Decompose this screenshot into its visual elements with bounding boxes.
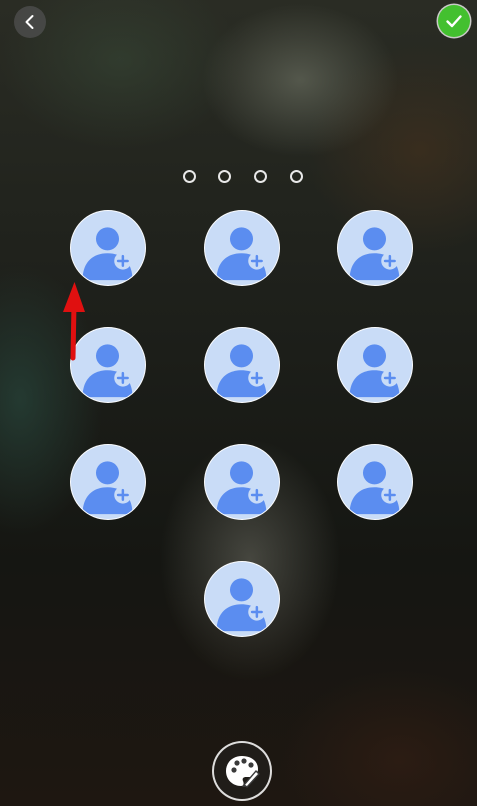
- add-contact-icon: [349, 461, 400, 515]
- back-button[interactable]: [14, 6, 46, 38]
- checkmark-icon: [446, 15, 462, 28]
- add-contact-icon: [216, 227, 267, 281]
- theme-palette-button[interactable]: [212, 741, 272, 801]
- palette-brush-icon: [226, 756, 260, 788]
- passcode-dot: [290, 170, 303, 183]
- keypad-key[interactable]: [337, 210, 413, 286]
- add-contact-icon: [82, 461, 133, 515]
- passcode-dot: [218, 170, 231, 183]
- add-contact-icon: [349, 227, 400, 281]
- keypad-key[interactable]: [204, 444, 280, 520]
- keypad-key[interactable]: [70, 210, 146, 286]
- keypad-key[interactable]: [204, 210, 280, 286]
- keypad-key[interactable]: [337, 444, 413, 520]
- keypad-key[interactable]: [70, 444, 146, 520]
- keypad-key[interactable]: [204, 327, 280, 403]
- add-contact-icon: [82, 227, 133, 281]
- passcode-indicator: [0, 170, 477, 184]
- keypad-key[interactable]: [337, 327, 413, 403]
- add-contact-icon: [216, 344, 267, 398]
- keypad-key[interactable]: [204, 561, 280, 637]
- lock-screen: [0, 0, 477, 806]
- red-arrow-icon: [63, 282, 85, 361]
- chevron-left-icon: [25, 15, 34, 29]
- confirm-button[interactable]: [438, 5, 470, 37]
- add-contact-icon: [216, 461, 267, 515]
- add-contact-icon: [349, 344, 400, 398]
- add-contact-icon: [216, 578, 267, 632]
- passcode-dot: [183, 170, 196, 183]
- passcode-dot: [254, 170, 267, 183]
